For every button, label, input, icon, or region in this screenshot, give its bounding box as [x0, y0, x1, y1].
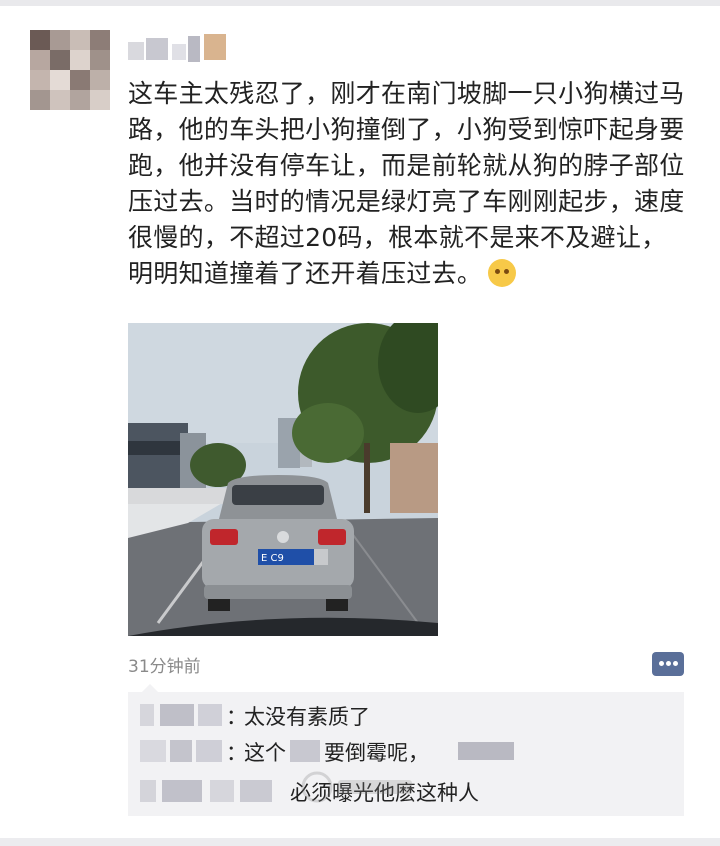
nickname-blurred[interactable]	[128, 34, 238, 64]
avatar[interactable]	[30, 30, 110, 110]
post-text: 这车主太残忍了，刚才在南门坡脚一只小狗横过马路，他的车头把小狗撞倒了，小狗受到惊…	[128, 76, 688, 292]
comment-text: 这个	[244, 741, 286, 765]
post-time: 31分钟前	[128, 657, 201, 677]
street-car-photo: E C9	[128, 323, 438, 636]
commenter-name-blurred	[140, 704, 228, 726]
comment-row[interactable]: ： 太没有素质了	[140, 698, 670, 732]
license-plate: E C9	[261, 553, 284, 564]
comment-row[interactable]: ： 这个 要倒霉呢，	[140, 734, 670, 768]
watermark-logo	[301, 771, 412, 803]
face-emoji	[488, 259, 517, 287]
bottom-edge	[0, 838, 720, 846]
commenter-name-blurred	[140, 740, 228, 762]
comment-text: 太没有素质了	[244, 705, 370, 729]
post-photo[interactable]: E C9	[128, 323, 438, 636]
top-edge	[0, 0, 720, 6]
commenter-name-blurred	[140, 780, 280, 802]
comment-dots-icon[interactable]	[652, 652, 684, 676]
comment-text-continued: 要倒霉呢，	[324, 741, 429, 765]
post-body: 这车主太残忍了，刚才在南门坡脚一只小狗横过马路，他的车头把小狗撞倒了，小狗受到惊…	[128, 79, 685, 288]
redacted-mention	[458, 742, 514, 760]
redacted-word	[290, 740, 320, 762]
